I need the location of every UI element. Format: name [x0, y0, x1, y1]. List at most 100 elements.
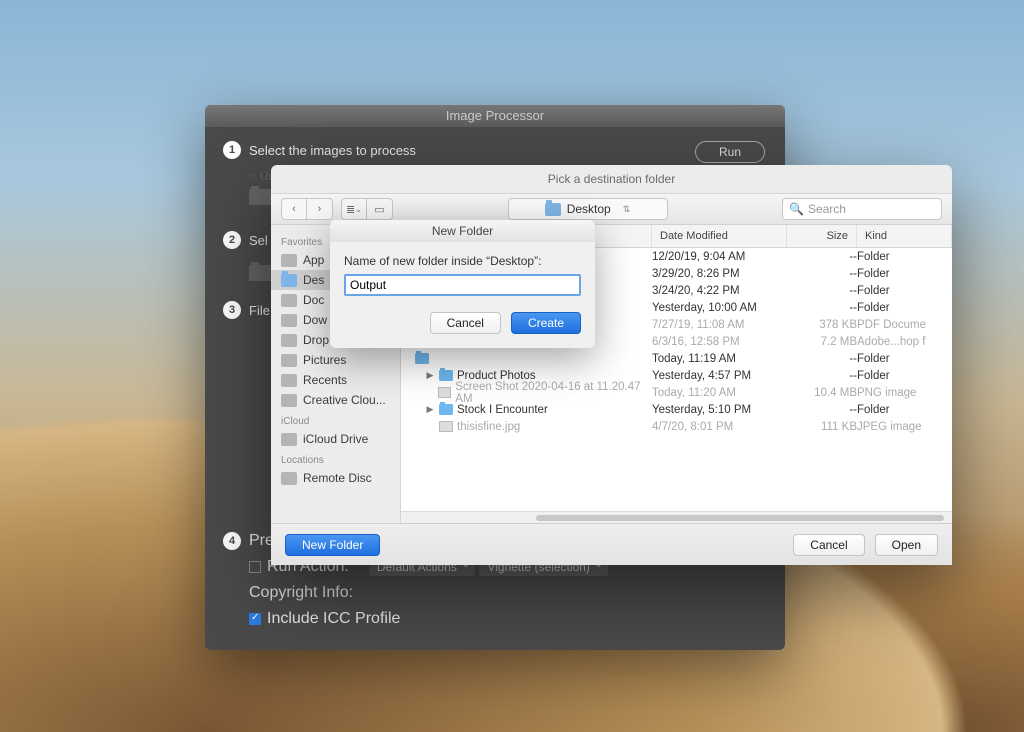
file-name: thisisfine.jpg — [457, 421, 520, 433]
file-row: Screen Shot 2020-04-16 at 11.20.47 AMTod… — [401, 384, 952, 401]
file-date: 3/29/20, 8:26 PM — [652, 268, 787, 280]
sidebar-item-remote-disc[interactable]: Remote Disc — [271, 468, 400, 488]
step-badge-4: 4 — [223, 532, 241, 550]
new-folder-prompt: Name of new folder inside “Desktop”: — [344, 254, 581, 268]
file-row[interactable]: Today, 11:19 AM--Folder — [401, 350, 952, 367]
horizontal-scrollbar[interactable] — [401, 511, 952, 523]
column-date[interactable]: Date Modified — [652, 225, 787, 247]
file-size: -- — [787, 302, 857, 314]
folder-icon — [545, 203, 561, 216]
new-folder-create-button[interactable]: Create — [511, 312, 581, 334]
file-kind: Folder — [857, 285, 952, 297]
column-size[interactable]: Size — [787, 225, 857, 247]
file-kind: Adobe...hop f — [857, 336, 952, 348]
file-size: 7.2 MB — [787, 336, 857, 348]
file-name: Screen Shot 2020-04-16 at 11.20.47 AM — [455, 381, 652, 405]
file-size: 111 KB — [787, 421, 857, 433]
search-input[interactable]: 🔍 Search — [782, 198, 942, 220]
folder-icon — [439, 370, 453, 381]
file-date: Yesterday, 4:57 PM — [652, 370, 787, 382]
step-badge-1: 1 — [223, 141, 241, 159]
nav-forward-button[interactable]: › — [307, 198, 333, 220]
sidebar-item-icon — [281, 294, 297, 307]
file-size: -- — [787, 285, 857, 297]
new-folder-button[interactable]: New Folder — [285, 534, 380, 556]
new-folder-cancel-button[interactable]: Cancel — [430, 312, 501, 334]
run-button[interactable]: Run — [695, 141, 765, 163]
sidebar-header-locations: Locations — [271, 449, 400, 468]
sidebar-item-label: Recents — [303, 373, 347, 387]
disclosure-triangle-icon[interactable]: ▶ — [425, 404, 435, 415]
step-1-label: Select the images to process — [249, 143, 416, 158]
file-kind: Folder — [857, 251, 952, 263]
view-mode-button[interactable]: ≣ ⌄ — [341, 198, 367, 220]
new-folder-dialog: New Folder Name of new folder inside “De… — [330, 220, 595, 348]
sidebar-item-label: Des — [303, 273, 324, 287]
cloud-icon — [281, 433, 297, 446]
include-icc-checkbox[interactable] — [249, 613, 261, 625]
picker-open-button[interactable]: Open — [875, 534, 938, 556]
file-size: 378 KB — [787, 319, 857, 331]
sidebar-item[interactable]: Pictures — [271, 350, 400, 370]
new-folder-title: New Folder — [330, 220, 595, 242]
file-kind: PDF Docume — [857, 319, 952, 331]
sidebar-item[interactable]: Creative Clou... — [271, 390, 400, 410]
sidebar-item-label: Dow — [303, 313, 327, 327]
file-row[interactable]: ▶ Stock I Encounter Yesterday, 5:10 PM--Fo… — [401, 401, 952, 418]
file-date: 6/3/16, 12:58 PM — [652, 336, 787, 348]
disclosure-triangle-icon[interactable]: ▶ — [425, 370, 435, 381]
step-2-label: Sel — [249, 233, 268, 248]
file-name: Stock I Encounter — [457, 404, 548, 416]
file-date: 3/24/20, 4:22 PM — [652, 285, 787, 297]
sidebar-item-icon — [281, 334, 297, 347]
file-kind: Folder — [857, 353, 952, 365]
sidebar-item-icloud-drive[interactable]: iCloud Drive — [271, 429, 400, 449]
step-3-label: File — [249, 303, 270, 318]
file-size: -- — [787, 370, 857, 382]
file-size: -- — [787, 404, 857, 416]
location-label: Desktop — [567, 202, 611, 216]
group-button[interactable]: ▭ — [367, 198, 393, 220]
sidebar-item-label: Pictures — [303, 353, 346, 367]
file-icon — [439, 421, 453, 432]
file-kind: PNG image — [857, 387, 952, 399]
file-date: 4/7/20, 8:01 PM — [652, 421, 787, 433]
folder-icon — [439, 404, 453, 415]
disc-icon — [281, 472, 297, 485]
chevron-updown-icon: ⇅ — [623, 204, 631, 215]
step-badge-2: 2 — [223, 231, 241, 249]
search-icon: 🔍 — [789, 202, 804, 216]
nav-back-button[interactable]: ‹ — [281, 198, 307, 220]
sidebar-item-icon — [281, 354, 297, 367]
location-dropdown[interactable]: Desktop ⇅ — [508, 198, 668, 220]
new-folder-name-input[interactable] — [344, 274, 581, 296]
picker-cancel-button[interactable]: Cancel — [793, 534, 864, 556]
file-picker-title: Pick a destination folder — [271, 165, 952, 193]
sidebar-item-label: Creative Clou... — [303, 393, 386, 407]
sidebar-item-label: App — [303, 253, 324, 267]
file-date: Today, 11:20 AM — [652, 387, 787, 399]
file-kind: Folder — [857, 268, 952, 280]
save-folder-icon[interactable]: ▸ — [249, 265, 271, 281]
column-kind[interactable]: Kind — [857, 225, 952, 247]
sidebar-item-icon — [281, 374, 297, 387]
sidebar-item-icon — [281, 274, 297, 287]
file-icon — [438, 387, 452, 398]
file-kind: Folder — [857, 370, 952, 382]
sidebar-item[interactable]: Recents — [271, 370, 400, 390]
sidebar-item-icon — [281, 314, 297, 327]
file-kind: Folder — [857, 404, 952, 416]
select-folder-icon[interactable]: ▸ — [249, 189, 271, 205]
run-action-checkbox[interactable] — [249, 561, 261, 573]
file-date: Yesterday, 5:10 PM — [652, 404, 787, 416]
file-date: 7/27/19, 11:08 AM — [652, 319, 787, 331]
file-row: thisisfine.jpg 4/7/20, 8:01 PM111 KBJPEG … — [401, 418, 952, 435]
file-kind: JPEG image — [857, 421, 952, 433]
file-date: 12/20/19, 9:04 AM — [652, 251, 787, 263]
file-size: -- — [787, 251, 857, 263]
file-kind: Folder — [857, 302, 952, 314]
file-size: -- — [787, 268, 857, 280]
sidebar-item-icon — [281, 254, 297, 267]
step-badge-3: 3 — [223, 301, 241, 319]
sidebar-item-label: Drop — [303, 333, 329, 347]
